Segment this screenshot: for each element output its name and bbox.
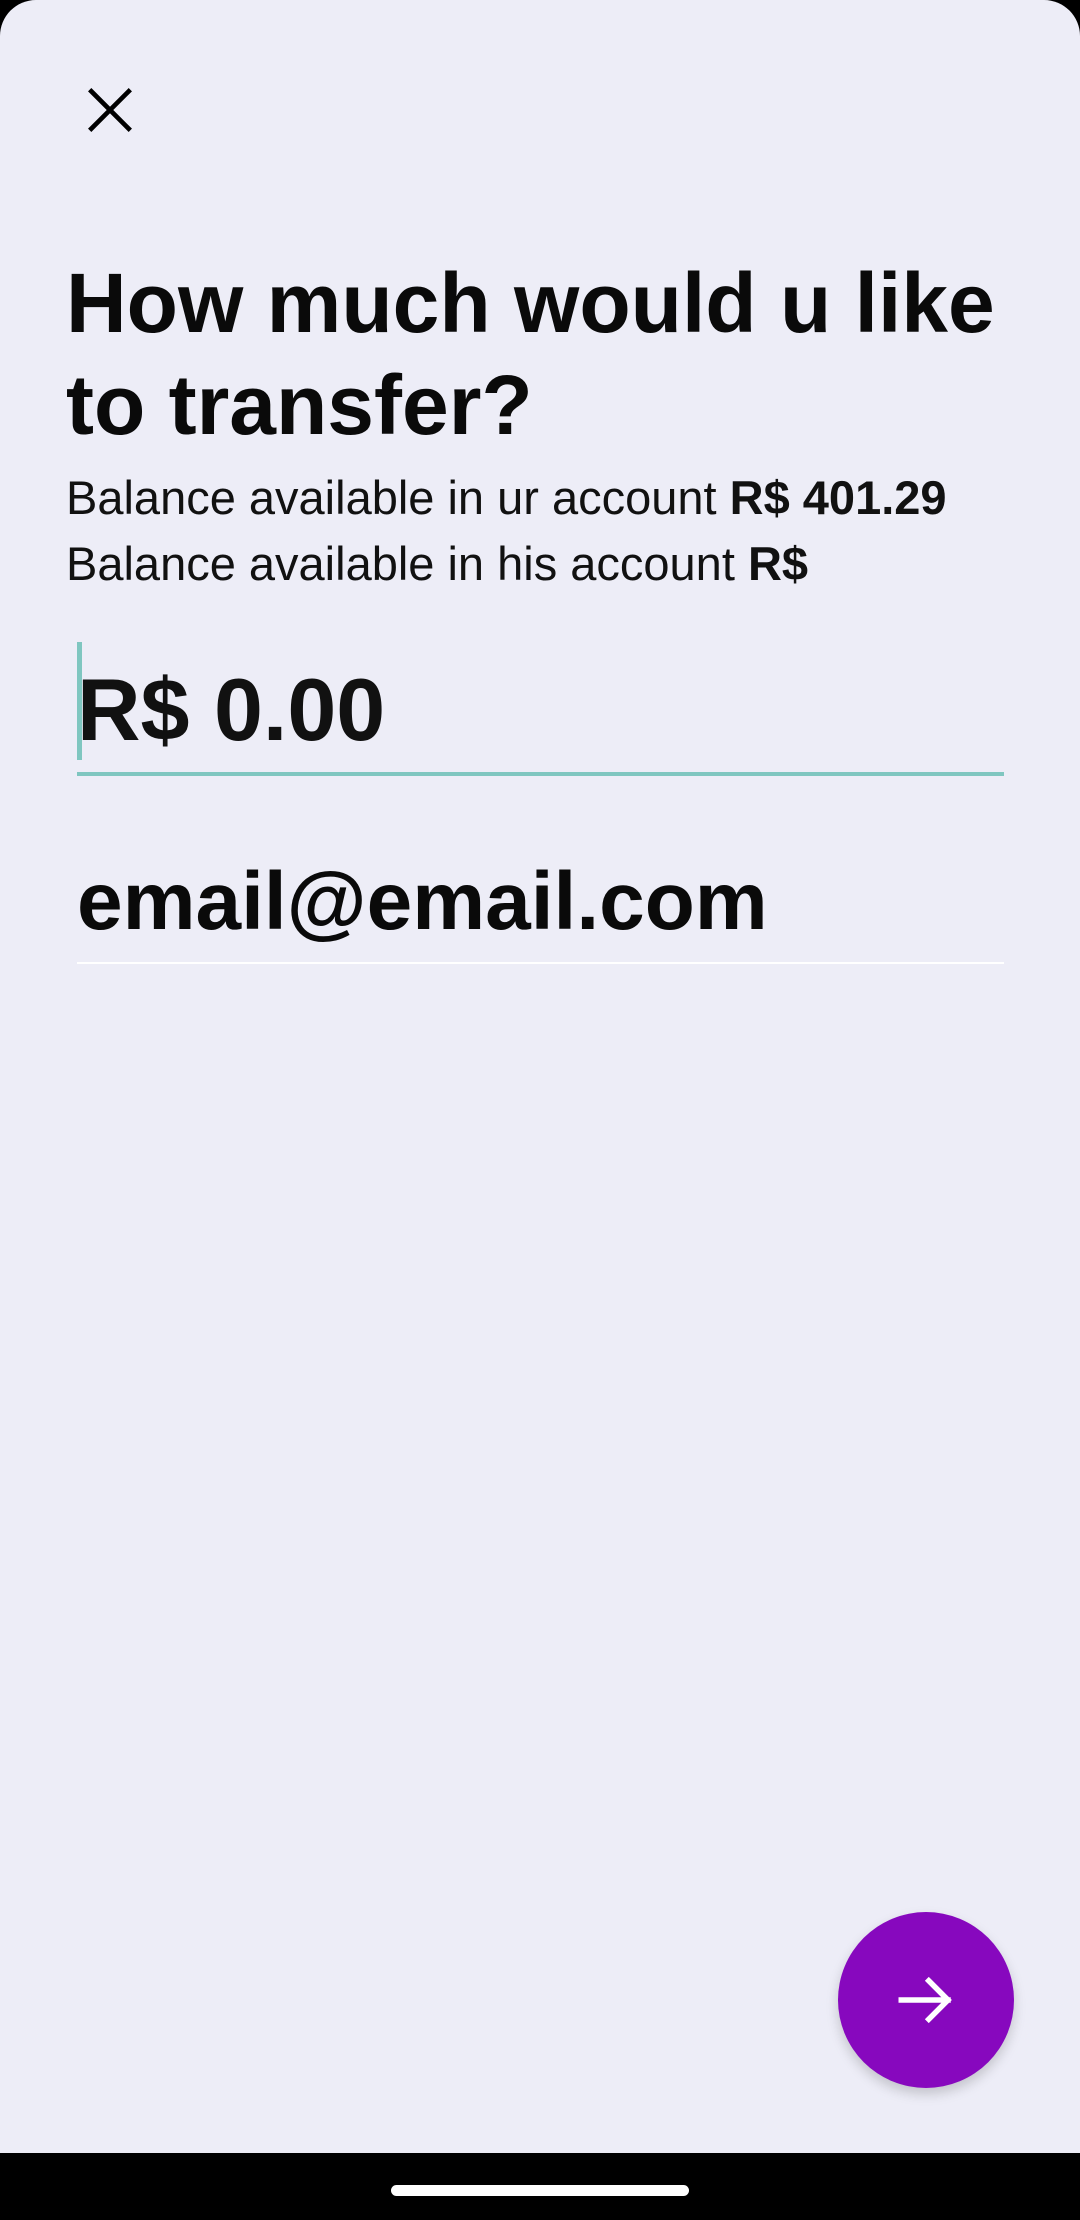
home-gesture-handle[interactable] <box>391 2185 689 2196</box>
email-input[interactable] <box>77 852 1004 952</box>
my-balance-label: Balance available in ur account <box>66 471 717 524</box>
next-button[interactable] <box>838 1912 1014 2088</box>
arrow-right-icon <box>898 1976 952 2024</box>
email-field[interactable] <box>77 838 1004 964</box>
my-balance-line: Balance available in ur account R$ 401.2… <box>66 468 1066 528</box>
his-balance-line: Balance available in his account R$ <box>66 534 1066 594</box>
transfer-screen: How much would u like to transfer? Balan… <box>0 0 1080 2153</box>
page-title: How much would u like to transfer? <box>66 256 995 452</box>
his-balance-label: Balance available in his account <box>66 537 735 590</box>
system-navigation-bar <box>0 2153 1080 2220</box>
close-button[interactable] <box>60 60 160 160</box>
amount-input[interactable] <box>77 660 1004 760</box>
close-icon <box>88 88 132 132</box>
amount-field[interactable] <box>77 640 1004 776</box>
his-balance-value: R$ <box>747 537 809 590</box>
my-balance-value: R$ 401.29 <box>729 471 947 524</box>
